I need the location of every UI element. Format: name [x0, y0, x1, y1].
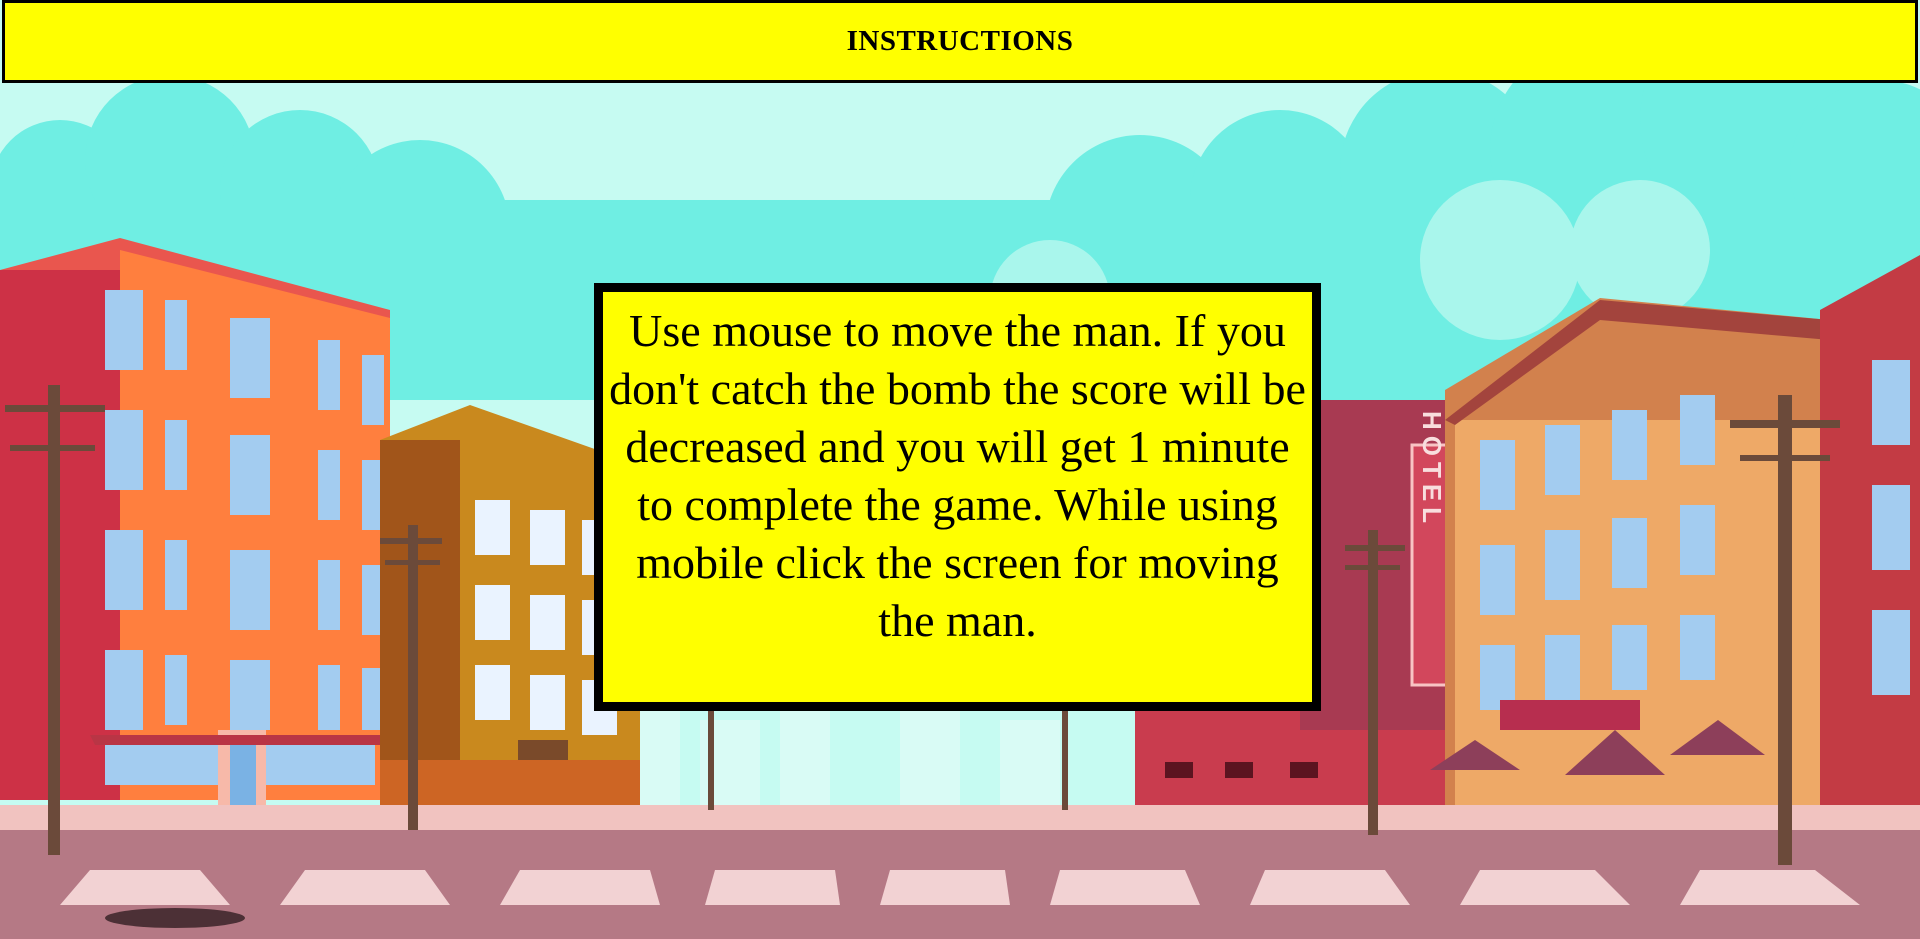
header-title: INSTRUCTIONS [846, 25, 1074, 57]
crosswalk [60, 870, 1860, 905]
instructions-text: Use mouse to move the man. If you don't … [609, 305, 1306, 646]
instructions-header: INSTRUCTIONS [2, 0, 1918, 83]
right-hotel-building [1445, 298, 1830, 805]
hotel-sign-text: HOTEL [1417, 411, 1447, 529]
far-right-building [1820, 255, 1920, 805]
instructions-panel: Use mouse to move the man. If you don't … [594, 283, 1321, 711]
manhole [105, 908, 245, 928]
